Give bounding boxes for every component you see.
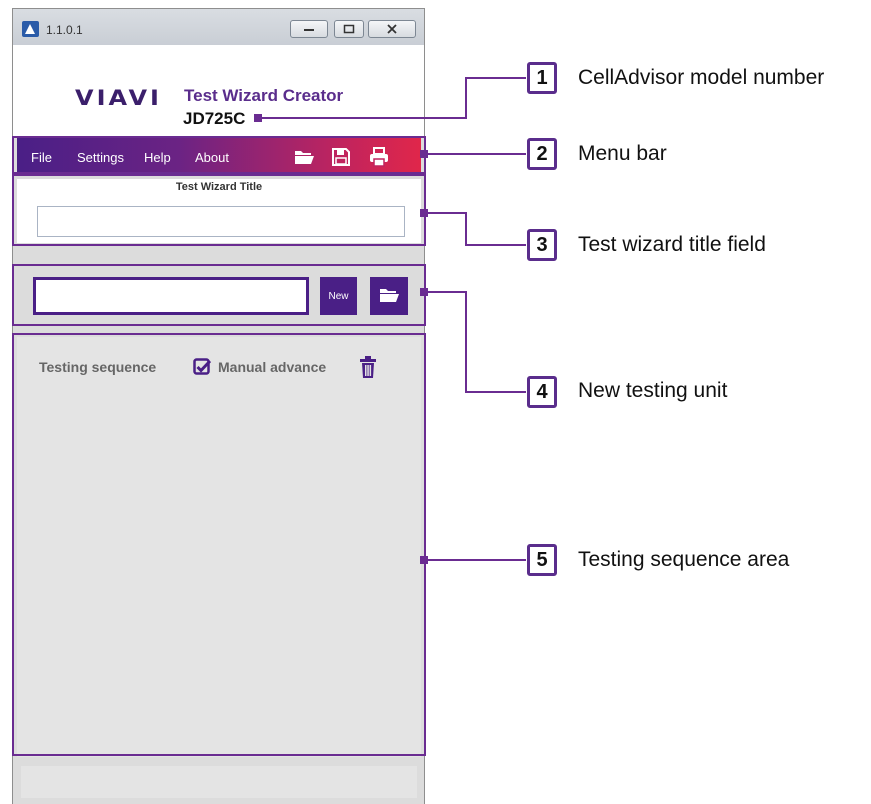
callout-text: New testing unit <box>578 379 728 402</box>
callout-number: 5 <box>527 544 557 576</box>
callout-dot <box>420 150 428 158</box>
callout-number: 4 <box>527 376 557 408</box>
callout-text: CellAdvisor model number <box>578 66 825 89</box>
callout-number: 1 <box>527 62 557 94</box>
callout-dot <box>254 114 262 122</box>
callout-connectors <box>257 77 526 561</box>
callout-text: Testing sequence area <box>578 548 790 571</box>
callout-dot <box>420 209 428 217</box>
callout-text: Test wizard title field <box>578 233 766 256</box>
callout-dot <box>420 288 428 296</box>
callout-number: 2 <box>527 138 557 170</box>
callout-dot <box>420 556 428 564</box>
callout-number: 3 <box>527 229 557 261</box>
callout-text: Menu bar <box>578 142 667 165</box>
